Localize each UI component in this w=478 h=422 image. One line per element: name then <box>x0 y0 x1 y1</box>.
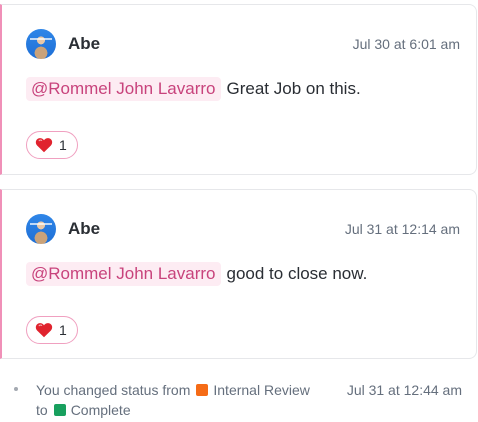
comment-header: Abe Jul 30 at 6:01 am <box>26 27 460 61</box>
comment-timestamp[interactable]: Jul 31 at 12:14 am <box>345 221 460 237</box>
from-status: Internal Review <box>196 382 310 398</box>
reaction-button[interactable]: 1 <box>26 131 78 159</box>
user-mention[interactable]: @Rommel John Lavarro <box>26 262 221 286</box>
comment-card: Abe Jul 31 at 12:14 am @Rommel John Lava… <box>0 189 477 359</box>
to-status: Complete <box>53 402 131 418</box>
status-change-activity: You changed status from Internal Review … <box>0 378 478 422</box>
reaction-count: 1 <box>59 137 67 153</box>
reaction-count: 1 <box>59 322 67 338</box>
activity-prefix: You changed status from <box>36 382 191 398</box>
comment-text: good to close now. <box>226 264 368 283</box>
activity-line: You changed status from Internal Review … <box>36 382 462 398</box>
to-status-label: Complete <box>70 402 131 418</box>
bullet-icon <box>14 387 18 391</box>
heart-icon <box>35 323 53 338</box>
comment-timestamp[interactable]: Jul 30 at 6:01 am <box>353 36 460 52</box>
activity-timestamp[interactable]: Jul 31 at 12:44 am <box>347 382 462 398</box>
activity-connector: to <box>36 402 48 418</box>
avatar[interactable] <box>26 29 56 59</box>
heart-icon <box>35 138 53 153</box>
status-square-icon <box>196 384 209 396</box>
author-name[interactable]: Abe <box>68 219 100 239</box>
comment-body: @Rommel John Lavarro good to close now. <box>26 262 460 286</box>
activity-feed: Abe Jul 30 at 6:01 am @Rommel John Lavar… <box>0 0 478 422</box>
comment-body: @Rommel John Lavarro Great Job on this. <box>26 77 460 101</box>
reaction-button[interactable]: 1 <box>26 316 78 344</box>
avatar[interactable] <box>26 214 56 244</box>
comment-header: Abe Jul 31 at 12:14 am <box>26 212 460 246</box>
user-mention[interactable]: @Rommel John Lavarro <box>26 77 221 101</box>
author-name[interactable]: Abe <box>68 34 100 54</box>
comment-card: Abe Jul 30 at 6:01 am @Rommel John Lavar… <box>0 4 477 175</box>
from-status-label: Internal Review <box>213 382 310 398</box>
status-square-icon <box>53 404 66 416</box>
activity-line: to Complete <box>36 402 131 418</box>
comment-text: Great Job on this. <box>226 79 361 98</box>
